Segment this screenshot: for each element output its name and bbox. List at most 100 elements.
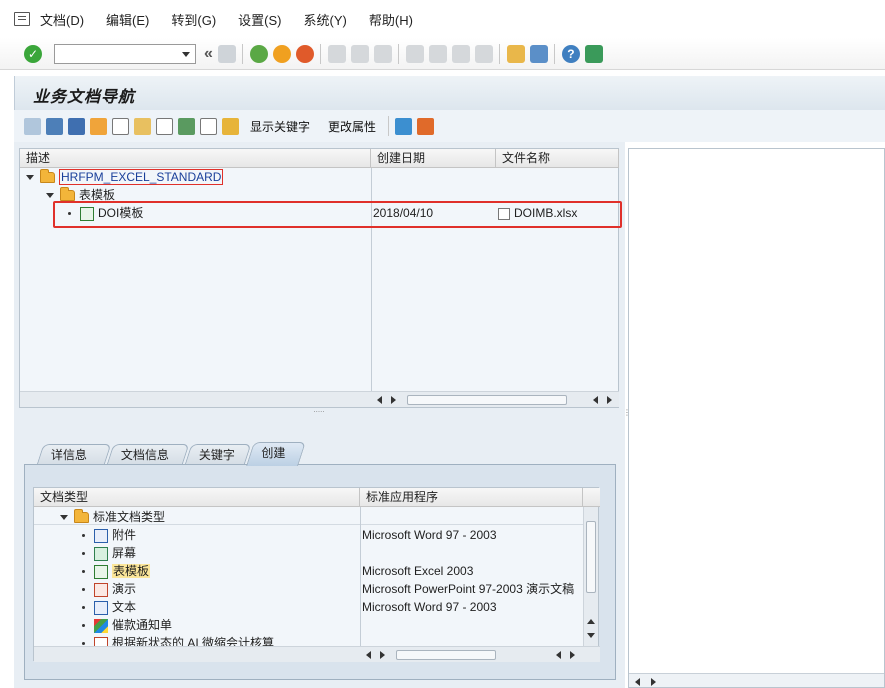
find-icon[interactable] <box>350 44 369 63</box>
tab-create[interactable]: 创建 <box>246 442 306 466</box>
cancel-icon[interactable] <box>295 44 314 63</box>
refresh-icon[interactable] <box>200 117 217 135</box>
scroll-left-icon[interactable] <box>635 678 640 686</box>
scroll-right-icon[interactable] <box>391 396 396 404</box>
attach-icon[interactable] <box>134 117 151 135</box>
type-item-app: Microsoft PowerPoint 97-2003 演示文稿 <box>362 582 575 596</box>
collapse-icon[interactable]: « <box>204 45 213 63</box>
scroll-thumb[interactable] <box>407 395 567 405</box>
enter-check-icon[interactable]: ✓ <box>24 44 42 63</box>
menu-system[interactable]: 系统(Y) <box>304 10 347 29</box>
find-next-icon[interactable] <box>373 44 392 63</box>
type-item[interactable]: 催款通知单 <box>82 616 172 634</box>
type-item[interactable]: 文本 <box>82 598 136 616</box>
shortcut-icon[interactable] <box>529 44 548 63</box>
word-document-icon <box>94 600 108 615</box>
page-title: 业务文档导航 <box>33 89 136 106</box>
menu-settings[interactable]: 设置(S) <box>238 10 281 29</box>
type-item[interactable]: 演示 <box>82 580 136 598</box>
last-page-icon[interactable] <box>474 44 493 63</box>
scroll-right-icon[interactable] <box>570 651 575 659</box>
folder-label: 表模板 <box>79 188 116 202</box>
scroll-left-icon[interactable] <box>366 651 371 659</box>
scroll-left-icon[interactable] <box>556 651 561 659</box>
tab-document-info[interactable]: 文档信息 <box>106 444 190 465</box>
folder-icon <box>60 187 75 202</box>
scroll-right-icon[interactable] <box>380 651 385 659</box>
tree-node-standard-types[interactable]: 标准文档类型 <box>60 508 165 526</box>
standard-types-label: 标准文档类型 <box>93 510 166 524</box>
column-header-description[interactable]: 描述 <box>20 149 371 168</box>
column-header-created[interactable]: 创建日期 <box>371 149 496 168</box>
folder-icon <box>40 169 55 184</box>
horizontal-splitter[interactable]: ..... <box>19 406 619 414</box>
document-icon <box>94 636 108 646</box>
scroll-left-icon[interactable] <box>593 396 598 404</box>
excel-document-icon <box>94 564 108 579</box>
copy-icon[interactable] <box>156 117 173 135</box>
attributes-icon[interactable] <box>222 117 239 135</box>
back-icon[interactable] <box>249 44 268 63</box>
expand-arrow-icon[interactable] <box>46 193 54 199</box>
scroll-right-icon[interactable] <box>651 678 656 686</box>
transport-icon[interactable] <box>417 117 435 135</box>
export-icon[interactable] <box>178 117 195 135</box>
layout-menu-icon[interactable] <box>584 44 603 63</box>
highlight-box <box>53 201 622 228</box>
tab-keywords[interactable]: 关键字 <box>184 444 252 465</box>
type-item-selected[interactable]: 表模板 <box>82 562 151 580</box>
column-header-doc-type[interactable]: 文档类型 <box>34 488 360 507</box>
help-icon[interactable]: ? <box>561 44 580 63</box>
show-keywords-button[interactable]: 显示关键字 <box>250 118 310 135</box>
display-change-icon[interactable] <box>24 117 41 135</box>
type-item[interactable]: 根据新状态的 AI 微缩会计核算 <box>82 634 274 646</box>
save-icon[interactable] <box>217 44 236 63</box>
menu-help[interactable]: 帮助(H) <box>369 10 413 29</box>
print-icon[interactable] <box>327 44 346 63</box>
new-session-icon[interactable] <box>506 44 525 63</box>
type-item-app: Microsoft Excel 2003 <box>362 564 474 578</box>
delete-trash-icon[interactable] <box>395 117 413 135</box>
type-item[interactable]: 附件 <box>82 526 136 544</box>
viewer-horizontal-scrollbar[interactable] <box>629 673 884 687</box>
next-page-icon[interactable] <box>451 44 470 63</box>
scroll-down-icon[interactable] <box>587 633 595 638</box>
type-item-app: Microsoft Word 97 - 2003 <box>362 528 497 542</box>
tree-horizontal-scrollbar[interactable] <box>371 391 619 407</box>
previous-page-icon[interactable] <box>428 44 447 63</box>
new-document-icon[interactable] <box>112 117 129 135</box>
powerpoint-document-icon <box>94 582 108 597</box>
first-page-icon[interactable] <box>405 44 424 63</box>
menu-edit[interactable]: 编辑(E) <box>106 10 149 29</box>
save-doc-icon[interactable] <box>68 117 85 135</box>
type-item-app: Microsoft Word 97 - 2003 <box>362 600 497 614</box>
word-document-icon <box>94 528 108 543</box>
menu-bar: 文档(D) 编辑(E) 转到(G) 设置(S) 系统(Y) 帮助(H) <box>0 0 885 38</box>
command-field[interactable] <box>54 43 196 64</box>
menu-goto[interactable]: 转到(G) <box>171 10 216 29</box>
chevron-down-icon[interactable] <box>182 51 190 57</box>
vertical-splitter[interactable]: ⋮ <box>623 408 631 428</box>
change-attributes-button[interactable]: 更改属性 <box>328 118 376 135</box>
vertical-scrollbar[interactable] <box>583 507 598 646</box>
vertical-scroll-thumb[interactable] <box>586 521 596 593</box>
column-header-filename[interactable]: 文件名称 <box>496 149 619 168</box>
expand-arrow-icon[interactable] <box>60 515 68 521</box>
scroll-left-icon[interactable] <box>377 396 382 404</box>
column-header-application[interactable]: 标准应用程序 <box>360 488 583 507</box>
folder-icon <box>74 509 89 524</box>
scroll-thumb[interactable] <box>396 650 496 660</box>
scroll-up-icon[interactable] <box>587 619 595 624</box>
type-item[interactable]: 屏幕 <box>82 544 136 562</box>
expand-arrow-icon[interactable] <box>26 175 34 181</box>
document-tree: 描述 创建日期 文件名称 HRFPM_EXCEL_STANDARD 表模板 DO… <box>19 148 619 408</box>
edit-pencil-icon[interactable] <box>46 117 63 135</box>
tab-details[interactable]: 详信息 <box>36 444 112 465</box>
users-icon[interactable] <box>90 117 107 135</box>
system-menu-icon[interactable] <box>14 12 30 26</box>
menu-document[interactable]: 文档(D) <box>40 10 84 29</box>
tree-node-root[interactable]: HRFPM_EXCEL_STANDARD <box>26 168 224 186</box>
exit-icon[interactable] <box>272 44 291 63</box>
scroll-right-icon[interactable] <box>607 396 612 404</box>
type-tree-horizontal-scrollbar[interactable] <box>360 646 600 662</box>
